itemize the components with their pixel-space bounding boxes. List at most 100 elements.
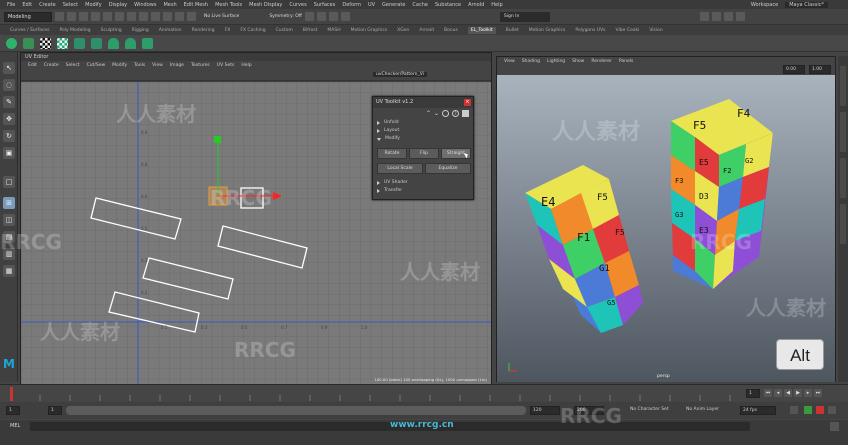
uv-menu-item[interactable]: UV Sets [217,63,235,68]
uv-menu-item[interactable]: Edit [28,63,37,68]
four-view-icon[interactable]: ⊞ [3,197,15,209]
scale-tool-icon[interactable]: ▣ [3,147,15,159]
save-scene-icon[interactable] [79,12,88,21]
viewport-menu-item[interactable]: Panels [619,59,633,64]
play-forward-icon[interactable]: ▶ [794,389,802,397]
section-modify[interactable]: Modify [373,135,473,143]
exposure-field[interactable]: 0.00 [783,65,805,74]
uv-menu-item[interactable]: Select [66,63,80,68]
current-frame-field[interactable]: 1 [746,389,760,398]
checker-column-right[interactable]: F5 F4 E5 D3 E3 F3 G3 F2 G2 [671,99,773,289]
step-forward-icon[interactable]: ▸ [804,389,812,397]
v-handle[interactable] [214,136,221,143]
checker-icon[interactable] [40,37,51,49]
shelf-tab[interactable]: Curves / Surfaces [10,28,50,33]
menu-select[interactable]: Select [63,2,78,8]
rotate-tool-icon[interactable]: ↻ [3,130,15,142]
go-to-end-icon[interactable]: ⏭ [814,389,822,397]
shelf-tab-el-toolkit[interactable]: EL_Toolkit [467,26,496,34]
live-surface-label[interactable]: No Live Surface [204,14,239,19]
shelf-tab[interactable]: Polygons UVs [575,28,605,33]
local-scale-button[interactable]: Local Scale [377,163,423,174]
uv-menu-item[interactable]: Tools [134,63,145,68]
layout-icon[interactable] [74,37,85,49]
search-icon[interactable] [442,110,449,117]
hypershade-icon[interactable] [340,12,350,21]
close-icon[interactable]: × [464,99,471,106]
shelf-tab[interactable]: MASH [327,28,340,33]
viewport-menu-item[interactable]: Shading [522,59,540,64]
viewport-menu-item[interactable]: Lighting [547,59,565,64]
uv-tool-icon[interactable] [23,37,34,49]
section-layout[interactable]: Layout [373,127,473,135]
attribute-editor-icon[interactable] [711,12,721,21]
shelf-tab[interactable]: Sculpting [101,28,122,33]
flip-button[interactable]: Flip [409,148,439,159]
menu-mesh-tools[interactable]: Mesh Tools [215,2,242,8]
command-input[interactable] [30,422,750,431]
preferences-icon[interactable] [828,406,836,414]
channel-box-icon[interactable] [735,12,745,21]
shelf-tab[interactable]: Rigging [132,28,149,33]
rotate-button[interactable]: Rotate [377,148,407,159]
shelf-tab[interactable]: Custom [276,28,293,33]
render-icon[interactable] [304,12,314,21]
shelf-tab[interactable]: Rendering [192,28,215,33]
audio-icon[interactable] [804,406,812,414]
play-back-icon[interactable]: ◀ [784,389,792,397]
graph-view-icon[interactable]: ▥ [3,248,15,260]
auto-keyframe-toggle-icon[interactable] [816,406,824,414]
paint-select-icon[interactable]: ✎ [3,96,15,108]
select-hierarchy-icon[interactable] [115,12,124,21]
section-unfold[interactable]: Unfold [373,119,473,127]
step-back-icon[interactable]: ◂ [774,389,782,397]
two-view-icon[interactable]: ◫ [3,214,15,226]
character-set-label[interactable]: No Character Set [628,406,678,415]
uv-transfer-icon[interactable] [142,37,153,49]
menu-mesh-display[interactable]: Mesh Display [249,2,282,8]
open-scene-icon[interactable] [67,12,76,21]
uv-menu-item[interactable]: Image [170,63,184,68]
shelf-tab[interactable]: XGen [397,28,409,33]
attribute-editor-tab[interactable] [840,112,846,152]
persp-outliner-icon[interactable]: ▤ [3,231,15,243]
mode-dropdown[interactable]: Modeling [4,11,52,22]
snap-grid-icon[interactable] [151,12,160,21]
uv-menu-item[interactable]: Help [241,63,251,68]
redo-icon[interactable] [103,12,112,21]
current-frame-marker[interactable] [10,387,13,401]
symmetry-label[interactable]: Symmetry: Off [269,14,302,19]
uv-menu-item[interactable]: Cut/Sew [87,63,106,68]
uv-menu-item[interactable]: Modify [112,63,127,68]
channel-box-tab[interactable] [840,66,846,106]
shelf-tab[interactable]: Vibe Cooki [616,28,640,33]
script-editor-icon[interactable] [830,422,839,431]
sphere-icon[interactable] [6,37,17,49]
menu-substance[interactable]: Substance [435,2,461,8]
section-transfer[interactable]: Transfer [373,187,473,195]
go-to-start-icon[interactable]: ⏮ [764,389,772,397]
undo-icon[interactable] [91,12,100,21]
snap-curve-icon[interactable] [163,12,172,21]
snap-point-icon[interactable] [175,12,184,21]
select-object-icon[interactable] [127,12,136,21]
viewport-menu-item[interactable]: Renderer [591,59,612,64]
menu-arnold[interactable]: Arnold [468,2,484,8]
uv-menu-item[interactable]: Create [44,63,59,68]
menu-edit-mesh[interactable]: Edit Mesh [184,2,208,8]
chevron-up-icon[interactable]: ⌃ [426,110,431,117]
shelf-tab[interactable]: FX Caching [240,28,265,33]
unfold-icon[interactable] [91,37,102,49]
anim-end-field[interactable]: 200 [574,406,604,415]
ipr-render-icon[interactable] [316,12,326,21]
shelf-tab[interactable]: Poly Modeling [60,28,91,33]
lasso-tool-icon[interactable]: ◌ [3,79,15,91]
help-icon[interactable]: ? [452,110,459,117]
shelf-tab[interactable]: Animation [159,28,182,33]
equalize-button[interactable]: Equalize [425,163,471,174]
tool-settings-icon[interactable] [723,12,733,21]
uv-set-dropdown[interactable]: uvChecker/Pattern_Vi [373,72,428,77]
new-scene-icon[interactable] [55,12,64,21]
snap-surface-icon[interactable] [187,12,196,21]
chevron-down-icon[interactable]: ⌄ [434,110,439,117]
